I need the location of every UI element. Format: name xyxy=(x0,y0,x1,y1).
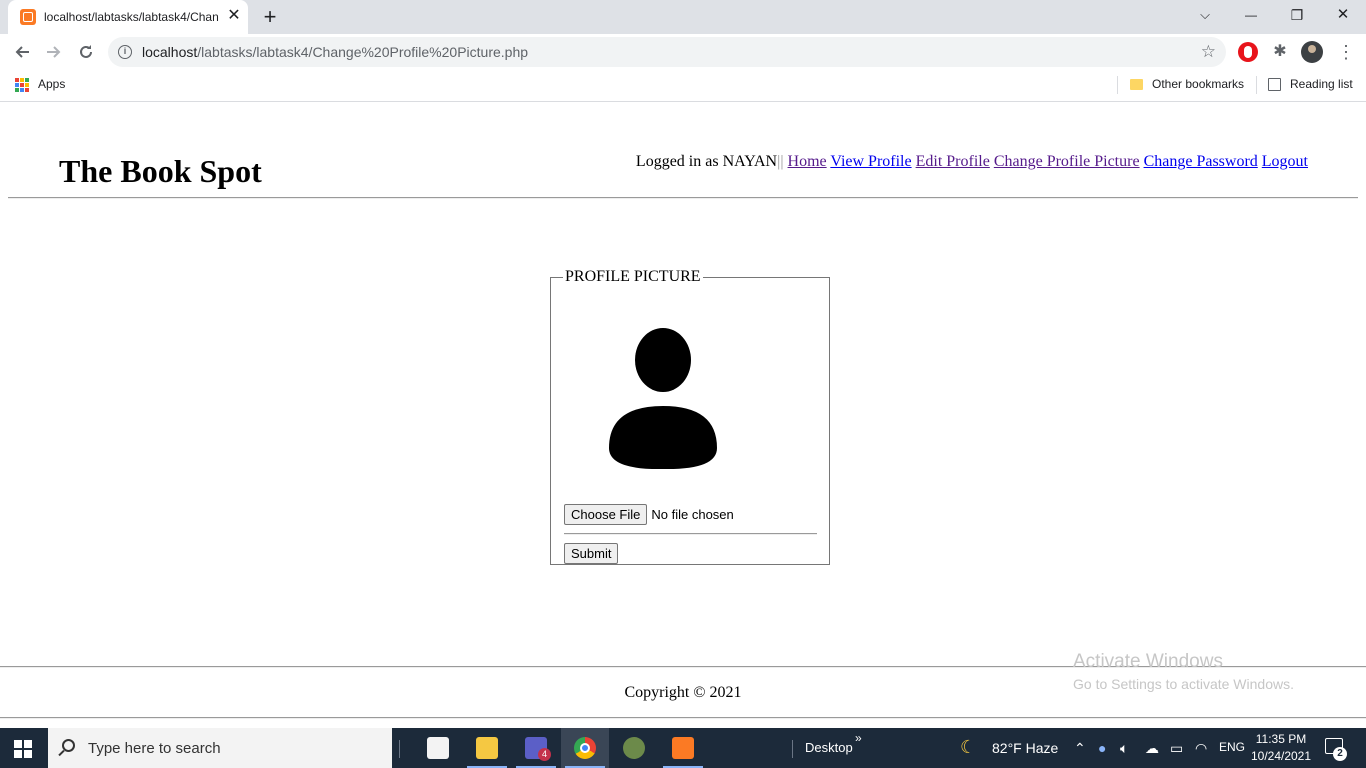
tab-title: localhost/labtasks/labtask4/Chan xyxy=(44,10,219,24)
apps-grid-icon[interactable] xyxy=(15,78,29,92)
url-text[interactable]: localhost/labtasks/labtask4/Change%20Pro… xyxy=(142,44,528,60)
bookmark-separator xyxy=(1256,76,1257,94)
nav-link-home[interactable]: Home xyxy=(788,153,827,170)
show-hidden-icons-icon[interactable]: ⌃ xyxy=(1074,740,1086,757)
windows-start-icon[interactable] xyxy=(14,740,32,758)
teams-badge: 4 xyxy=(538,748,551,761)
nav-link-edit-profile[interactable]: Edit Profile xyxy=(916,153,990,170)
profile-avatar-icon[interactable] xyxy=(1301,41,1323,63)
profile-picture-legend: PROFILE PICTURE xyxy=(565,268,701,285)
footer-bottom-divider xyxy=(0,717,1366,719)
file-input-row: Choose File No file chosen xyxy=(564,504,734,525)
activate-windows-title: Activate Windows xyxy=(1073,651,1223,672)
onedrive-cloud-icon[interactable]: ☁ xyxy=(1145,740,1159,757)
browser-toolbar: i localhost/labtasks/labtask4/Change%20P… xyxy=(0,34,1366,70)
header-divider xyxy=(8,197,1358,199)
new-tab-button[interactable]: + xyxy=(256,4,284,30)
chrome-icon[interactable] xyxy=(561,728,609,768)
bookmark-separator xyxy=(1117,76,1118,94)
microsoft-store-icon[interactable] xyxy=(414,728,462,768)
wifi-icon[interactable]: ◠ xyxy=(1195,740,1207,757)
forward-arrow-icon[interactable] xyxy=(40,38,68,66)
submit-button[interactable]: Submit xyxy=(564,543,619,564)
top-navigation: Logged in as NAYAN|| Home View Profile E… xyxy=(636,153,1308,171)
nav-link-change-profile-picture[interactable]: Change Profile Picture xyxy=(994,153,1140,170)
no-file-chosen-text: No file chosen xyxy=(651,507,734,522)
logged-in-text: Logged in as NAYAN xyxy=(635,153,778,170)
browser-menu-icon[interactable]: ⋮ xyxy=(1336,42,1356,62)
windows-taskbar: Type here to search 4 Desktop » ☾ 82°F H… xyxy=(0,728,1366,768)
address-bar[interactable]: i localhost/labtasks/labtask4/Change%20P… xyxy=(108,37,1226,67)
globe-app-icon[interactable] xyxy=(610,728,658,768)
nav-link-change-password[interactable]: Change Password xyxy=(1144,153,1258,170)
other-bookmarks[interactable]: Other bookmarks xyxy=(1152,77,1244,91)
close-window-button[interactable]: ✕ xyxy=(1320,0,1366,30)
battery-icon[interactable]: ▭ xyxy=(1170,740,1183,757)
notification-count-badge: 2 xyxy=(1333,747,1347,761)
taskbar-separator xyxy=(399,740,400,758)
volume-icon[interactable]: 🔈︎ xyxy=(1120,740,1128,757)
apps-bookmark[interactable]: Apps xyxy=(38,77,65,91)
activate-windows-watermark: Activate Windows Go to Settings to activ… xyxy=(1073,651,1294,692)
bookmark-star-icon[interactable]: ☆ xyxy=(1201,42,1216,62)
profile-picture-fieldset: PROFILE PICTURE Choose File No file chose… xyxy=(550,268,830,565)
taskbar-separator xyxy=(792,740,793,758)
tab-close-icon[interactable]: ✕ xyxy=(226,8,242,24)
folder-icon xyxy=(1130,79,1143,90)
browser-tab[interactable]: localhost/labtasks/labtask4/Chan ✕ xyxy=(8,0,248,34)
restore-button[interactable]: ❐ xyxy=(1274,0,1320,30)
weather-text[interactable]: 82°F Haze xyxy=(992,740,1058,756)
nav-link-view-profile[interactable]: View Profile xyxy=(830,153,911,170)
activate-windows-subtitle: Go to Settings to activate Windows. xyxy=(1073,676,1294,692)
xampp-taskbar-icon[interactable] xyxy=(659,728,707,768)
reload-icon[interactable] xyxy=(72,38,100,66)
xampp-favicon-icon xyxy=(20,9,36,25)
site-info-icon[interactable]: i xyxy=(118,45,132,59)
minimize-button[interactable]: — xyxy=(1228,0,1274,30)
reading-list-icon xyxy=(1268,78,1281,91)
weather-moon-icon: ☾ xyxy=(960,737,977,757)
file-explorer-icon[interactable] xyxy=(463,728,511,768)
adblock-extension-icon[interactable] xyxy=(1238,42,1258,62)
page-content: The Book Spot Logged in as NAYAN|| Home … xyxy=(0,103,1366,728)
clock-time: 11:35 PM xyxy=(1255,732,1307,746)
taskbar-search-box[interactable]: Type here to search xyxy=(48,728,392,768)
toolbar-expand-icon[interactable]: » xyxy=(855,731,862,745)
bookmarks-bar: Apps Other bookmarks Reading list xyxy=(0,70,1366,102)
clock-date: 10/24/2021 xyxy=(1250,749,1312,763)
user-avatar-icon xyxy=(609,328,717,470)
extensions-puzzle-icon[interactable]: ✱ xyxy=(1270,42,1290,62)
form-divider xyxy=(564,533,817,535)
language-indicator[interactable]: ENG xyxy=(1219,740,1245,754)
tab-strip: localhost/labtasks/labtask4/Chan ✕ + ⌵ —… xyxy=(0,0,1366,34)
choose-file-button[interactable]: Choose File xyxy=(564,504,648,525)
site-title: The Book Spot xyxy=(59,153,262,189)
nav-separator: || xyxy=(777,153,784,170)
taskbar-clock[interactable]: 11:35 PM 10/24/2021 xyxy=(1250,731,1312,765)
back-arrow-icon[interactable] xyxy=(8,38,36,66)
security-tray-icon[interactable]: ● xyxy=(1098,740,1106,756)
teams-icon[interactable]: 4 xyxy=(512,728,560,768)
taskbar-search-placeholder: Type here to search xyxy=(88,740,221,757)
reading-list[interactable]: Reading list xyxy=(1290,77,1353,91)
desktop-toolbar-label[interactable]: Desktop xyxy=(805,740,853,755)
nav-link-logout[interactable]: Logout xyxy=(1262,153,1308,170)
tab-search-icon[interactable]: ⌵ xyxy=(1182,0,1228,30)
search-icon xyxy=(62,739,75,752)
